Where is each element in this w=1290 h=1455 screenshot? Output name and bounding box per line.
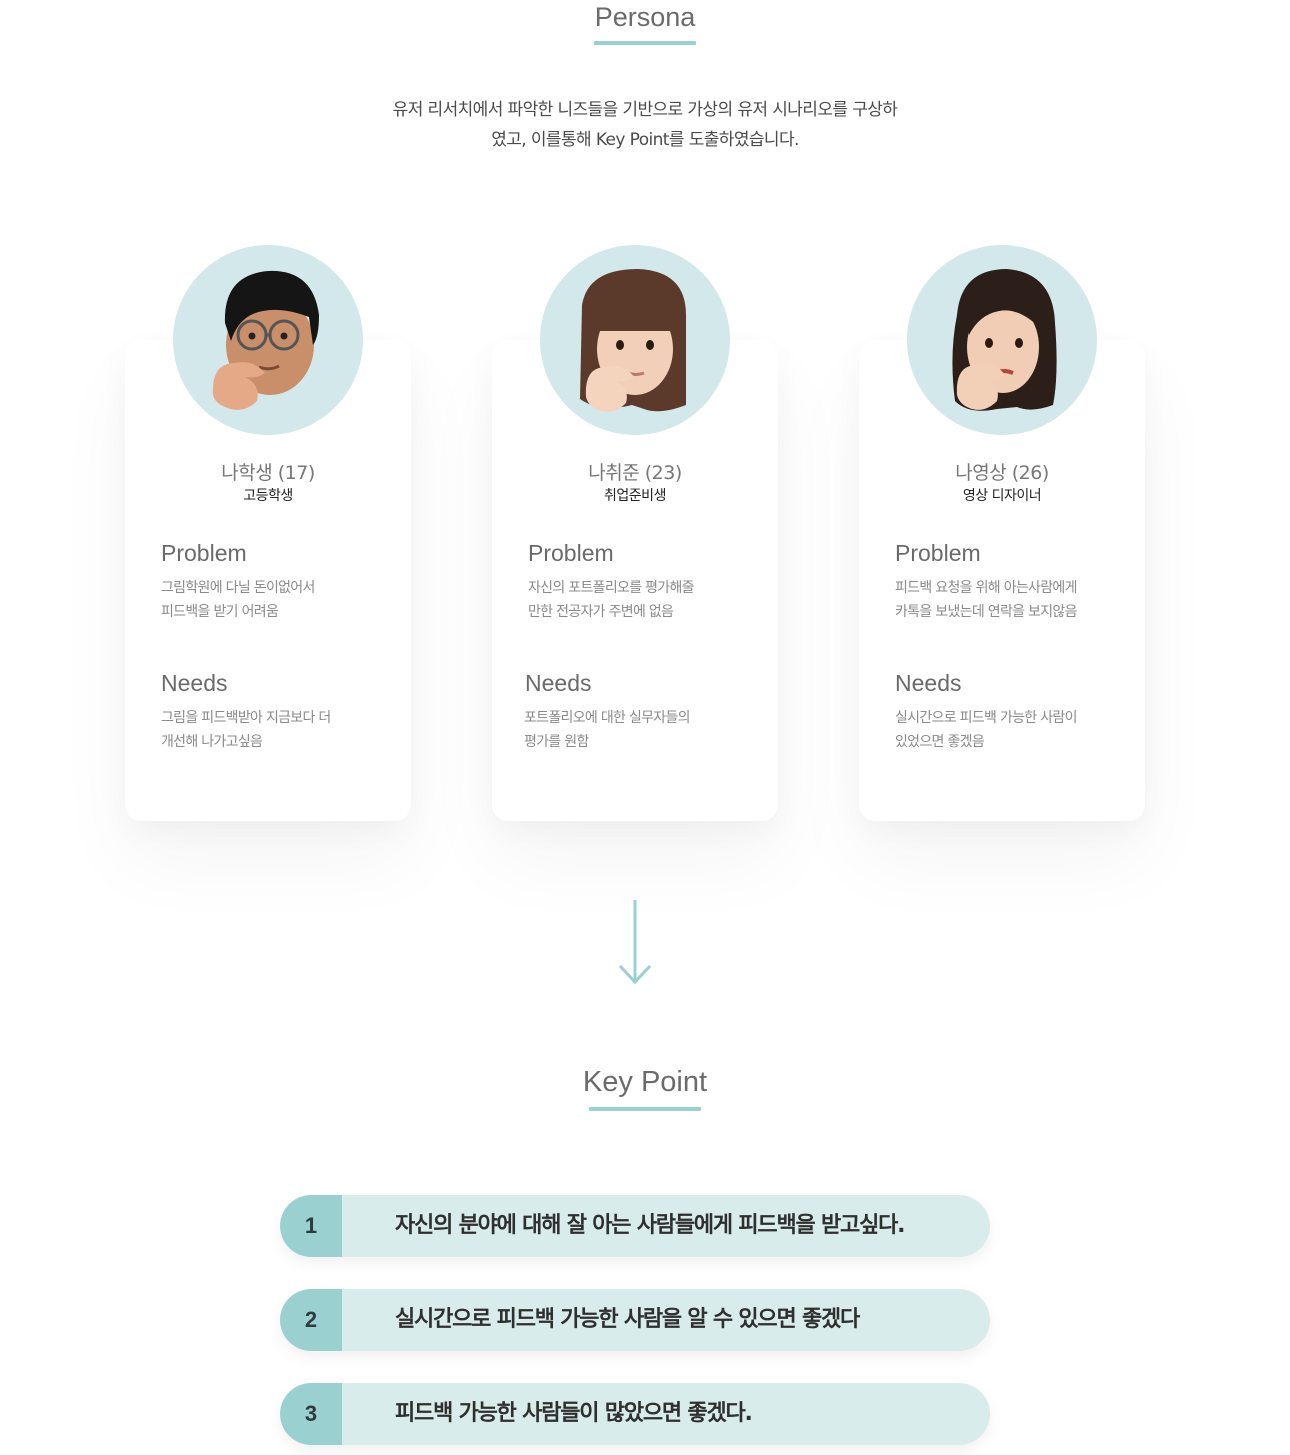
title-underline xyxy=(589,1107,701,1111)
keypoint-section-title: Key Point xyxy=(0,1066,1290,1111)
needs-text: 실시간으로 피드백 가능한 사람이 있었으면 좋겠음 xyxy=(895,706,1125,754)
persona-name: 나학생 (17) xyxy=(221,462,315,484)
problem-text: 그림학원에 다닐 돈이없어서 피드백을 받기 어려움 xyxy=(161,576,391,624)
needs-line: 평가를 원함 xyxy=(524,734,589,750)
keypoint-item: 2 실시간으로 피드백 가능한 사람을 알 수 있으면 좋겠다 xyxy=(280,1289,990,1351)
intro-line: 유저 리서치에서 파악한 니즈들을 기반으로 가상의 유저 시나리오를 구상하 xyxy=(392,100,898,120)
persona-role: 영상 디자이너 xyxy=(962,488,1042,504)
arrow-down-icon xyxy=(618,900,652,985)
needs-heading: Needs xyxy=(525,670,592,696)
intro-line: 였고, 이를통해 Key Point를 도출하였습니다. xyxy=(491,130,799,150)
keypoint-item: 1 자신의 분야에 대해 잘 아는 사람들에게 피드백을 받고싶다. xyxy=(280,1195,990,1257)
keypoint-number: 1 xyxy=(280,1195,342,1257)
keypoint-text: 자신의 분야에 대해 잘 아는 사람들에게 피드백을 받고싶다. xyxy=(395,1213,906,1238)
persona-name: 나영상 (26) xyxy=(955,462,1049,484)
problem-line: 그림학원에 다닐 돈이없어서 xyxy=(161,580,315,596)
memoji-boy-glasses-icon xyxy=(173,245,363,435)
problem-line: 자신의 포트폴리오를 평가해줄 xyxy=(528,580,695,596)
problem-line: 피드백을 받기 어려움 xyxy=(161,604,279,620)
keypoint-title-text: Key Point xyxy=(582,1066,708,1098)
needs-line: 실시간으로 피드백 가능한 사람이 xyxy=(895,710,1077,726)
persona-name: 나취준 (23) xyxy=(588,462,682,484)
needs-heading: Needs xyxy=(161,670,228,696)
problem-text: 피드백 요청을 위해 아는사람에게 카톡을 보냈는데 연락을 보지않음 xyxy=(895,576,1125,624)
needs-line: 포트폴리오에 대한 실무자들의 xyxy=(524,710,691,726)
needs-text: 그림을 피드백받아 지금보다 더 개선해 나가고싶음 xyxy=(161,706,391,754)
needs-line: 있었으면 좋겠음 xyxy=(895,734,985,750)
keypoint-text: 피드백 가능한 사람들이 많았으면 좋겠다. xyxy=(395,1401,753,1426)
keypoint-number: 2 xyxy=(280,1289,342,1351)
persona-title-text: Persona xyxy=(594,2,696,32)
persona-intro: 유저 리서치에서 파악한 니즈들을 기반으로 가상의 유저 시나리오를 구상하 … xyxy=(0,95,1290,155)
persona-section-title: Persona xyxy=(0,2,1290,45)
keypoint-number: 3 xyxy=(280,1383,342,1445)
needs-text: 포트폴리오에 대한 실무자들의 평가를 원함 xyxy=(524,706,754,754)
persona-role: 고등학생 xyxy=(243,488,293,504)
needs-heading: Needs xyxy=(895,670,962,696)
keypoint-item: 3 피드백 가능한 사람들이 많았으면 좋겠다. xyxy=(280,1383,990,1445)
problem-line: 피드백 요청을 위해 아는사람에게 xyxy=(895,580,1077,596)
needs-line: 개선해 나가고싶음 xyxy=(161,734,263,750)
problem-heading: Problem xyxy=(895,540,981,566)
memoji-girl-bangs-icon xyxy=(540,245,730,435)
title-underline xyxy=(594,41,696,45)
problem-text: 자신의 포트폴리오를 평가해줄 만한 전공자가 주변에 없음 xyxy=(528,576,758,624)
problem-heading: Problem xyxy=(161,540,247,566)
problem-line: 만한 전공자가 주변에 없음 xyxy=(528,604,674,620)
needs-line: 그림을 피드백받아 지금보다 더 xyxy=(161,710,331,726)
persona-role: 취업준비생 xyxy=(604,488,666,504)
memoji-woman-long-hair-icon xyxy=(907,245,1097,435)
problem-line: 카톡을 보냈는데 연락을 보지않음 xyxy=(895,604,1077,620)
problem-heading: Problem xyxy=(528,540,614,566)
keypoint-text: 실시간으로 피드백 가능한 사람을 알 수 있으면 좋겠다 xyxy=(395,1307,860,1332)
